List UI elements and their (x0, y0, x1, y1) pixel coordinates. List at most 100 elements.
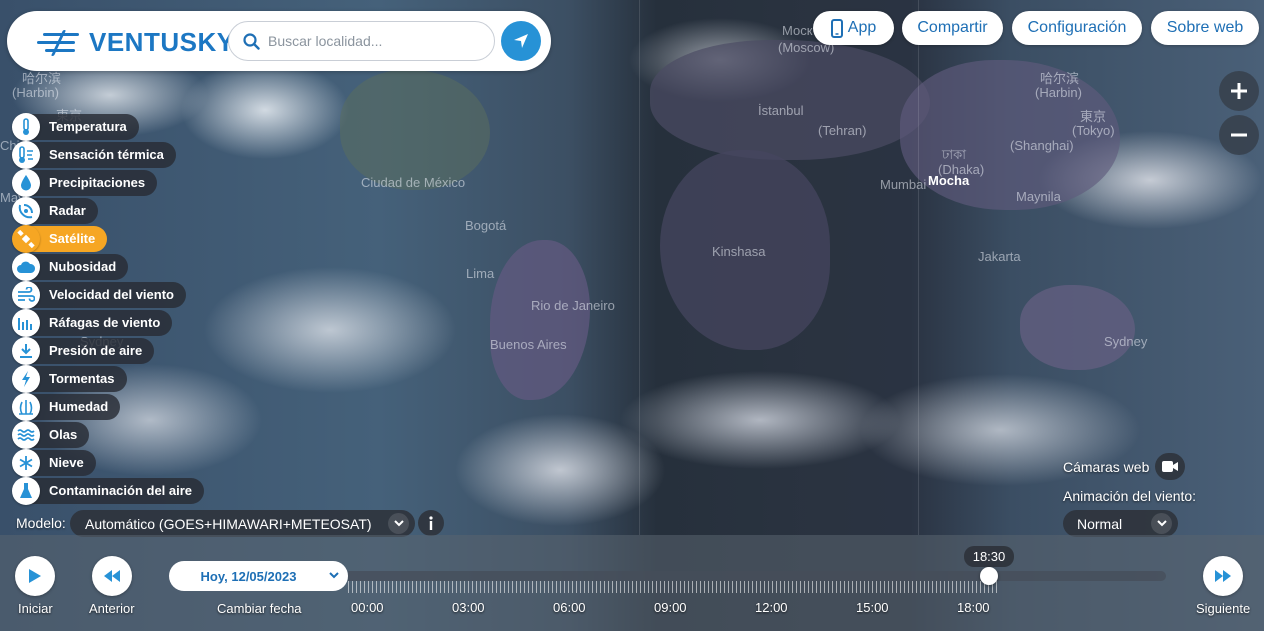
timeline-ticks (348, 581, 998, 593)
australia-landmass (1020, 285, 1135, 370)
search-input[interactable] (268, 33, 488, 49)
city-label: Lima (466, 266, 495, 281)
logo-mark-icon (35, 29, 85, 56)
city-label: Mumbai (880, 177, 927, 192)
minus-icon (1231, 133, 1247, 137)
play-button[interactable] (15, 556, 55, 596)
search-box[interactable] (228, 21, 495, 61)
lightning-icon (12, 364, 40, 393)
app-button[interactable]: App (813, 11, 894, 45)
model-label: Modelo: (16, 515, 66, 531)
layer-label: Ráfagas de viento (26, 309, 173, 336)
chevron-down-icon (1151, 513, 1172, 534)
cloud-icon (12, 252, 40, 281)
city-label: Rio de Janeiro (531, 298, 615, 313)
pressure-icon (12, 336, 40, 365)
satellite-seam (918, 0, 919, 535)
hour-label: 00:00 (351, 600, 384, 615)
layer-item-air-pollution[interactable]: Contaminación del aire (12, 476, 205, 505)
north-america-landmass (340, 70, 490, 190)
hour-label: 12:00 (755, 600, 788, 615)
city-label: Ciudad de México (361, 175, 466, 190)
previous-label: Anterior (89, 601, 135, 616)
layer-item-satellite[interactable]: Satélite (12, 224, 108, 253)
waves-icon (12, 420, 40, 449)
phone-icon (830, 18, 843, 38)
layer-item-storms[interactable]: Tormentas (12, 364, 127, 393)
ventusky-logo[interactable]: VENTUSKY (35, 27, 235, 58)
radar-icon (12, 196, 40, 225)
south-america-landmass (490, 240, 590, 400)
city-label: Kinshasa (712, 244, 766, 259)
wind-icon (12, 280, 40, 309)
layer-item-air-pressure[interactable]: Presión de aire (12, 336, 155, 365)
layer-label: Contaminación del aire (26, 477, 205, 504)
layer-label: Precipitaciones (26, 169, 158, 196)
locate-button[interactable] (501, 21, 541, 61)
drop-icon (12, 168, 40, 197)
gusts-icon (12, 308, 40, 337)
layer-item-precipitation[interactable]: Precipitaciones (12, 168, 158, 197)
chevron-down-icon (329, 572, 339, 579)
city-label: (Harbin) (12, 85, 59, 100)
timeline-thumb[interactable] (980, 567, 998, 585)
layer-label: Nubosidad (26, 253, 129, 280)
layer-item-cloud-cover[interactable]: Nubosidad (12, 252, 129, 281)
layer-label: Velocidad del viento (26, 281, 186, 308)
city-label: (Shanghai) (1010, 138, 1074, 153)
hour-label: 15:00 (856, 600, 889, 615)
timeline-track[interactable] (348, 571, 1166, 581)
layer-item-feels-like[interactable]: Sensación térmica (12, 140, 176, 169)
layer-label: Tormentas (26, 365, 127, 392)
layer-item-humidity[interactable]: Humedad (12, 392, 121, 421)
camera-icon (1155, 453, 1186, 480)
city-label: (Tokyo) (1072, 123, 1115, 138)
model-select[interactable]: Automático (GOES+HIMAWARI+METEOSAT) (70, 510, 415, 537)
layer-item-snow[interactable]: Nieve (12, 448, 96, 477)
location-arrow-icon (514, 34, 528, 48)
settings-button[interactable]: Configuración (1012, 11, 1142, 45)
about-label: Sobre web (1166, 19, 1244, 36)
layer-item-wind-speed[interactable]: Velocidad del viento (12, 280, 186, 309)
hour-label: 03:00 (452, 600, 485, 615)
about-button[interactable]: Sobre web (1151, 11, 1259, 45)
city-label: Sydney (1104, 334, 1148, 349)
layer-label: Temperatura (26, 113, 139, 140)
city-label: İstanbul (758, 103, 804, 118)
webcams-toggle[interactable]: Cámaras web (1063, 453, 1186, 480)
city-label: (Harbin) (1035, 85, 1082, 100)
zoom-out-button[interactable] (1219, 115, 1259, 155)
model-info-button[interactable] (418, 510, 444, 536)
share-button[interactable]: Compartir (902, 11, 1003, 45)
settings-label: Configuración (1027, 19, 1127, 36)
wind-animation-select[interactable]: Normal (1063, 510, 1178, 537)
layer-item-radar[interactable]: Radar (12, 196, 98, 225)
pollution-icon (12, 476, 40, 505)
snowflake-icon (12, 448, 40, 477)
city-label: Mocha (928, 173, 970, 188)
zoom-in-button[interactable] (1219, 71, 1259, 111)
current-time-bubble: 18:30 (964, 546, 1014, 567)
plus-icon (1231, 83, 1247, 99)
wind-animation-label: Animación del viento: (1063, 488, 1197, 504)
layer-item-wind-gusts[interactable]: Ráfagas de viento (12, 308, 173, 337)
layer-item-waves[interactable]: Olas (12, 420, 90, 449)
hour-label: 06:00 (553, 600, 586, 615)
layer-label: Sensación térmica (26, 141, 176, 168)
satellite-icon (12, 224, 40, 253)
next-button[interactable] (1203, 556, 1243, 596)
hour-label: 18:00 (957, 600, 990, 615)
humidity-icon (12, 392, 40, 421)
previous-button[interactable] (92, 556, 132, 596)
date-select[interactable]: Hoy, 12/05/2023 (169, 561, 348, 591)
layer-item-temperature[interactable]: Temperatura (12, 112, 139, 141)
layer-label: Presión de aire (26, 337, 155, 364)
city-label: Моск (782, 23, 813, 38)
city-label: (Tehran) (818, 123, 867, 138)
search-icon (243, 32, 260, 50)
thermometer-icon (12, 112, 40, 141)
rewind-icon (104, 570, 120, 582)
info-icon (429, 516, 433, 530)
app-label: App (847, 19, 877, 36)
model-value: Automático (GOES+HIMAWARI+METEOSAT) (85, 515, 372, 532)
